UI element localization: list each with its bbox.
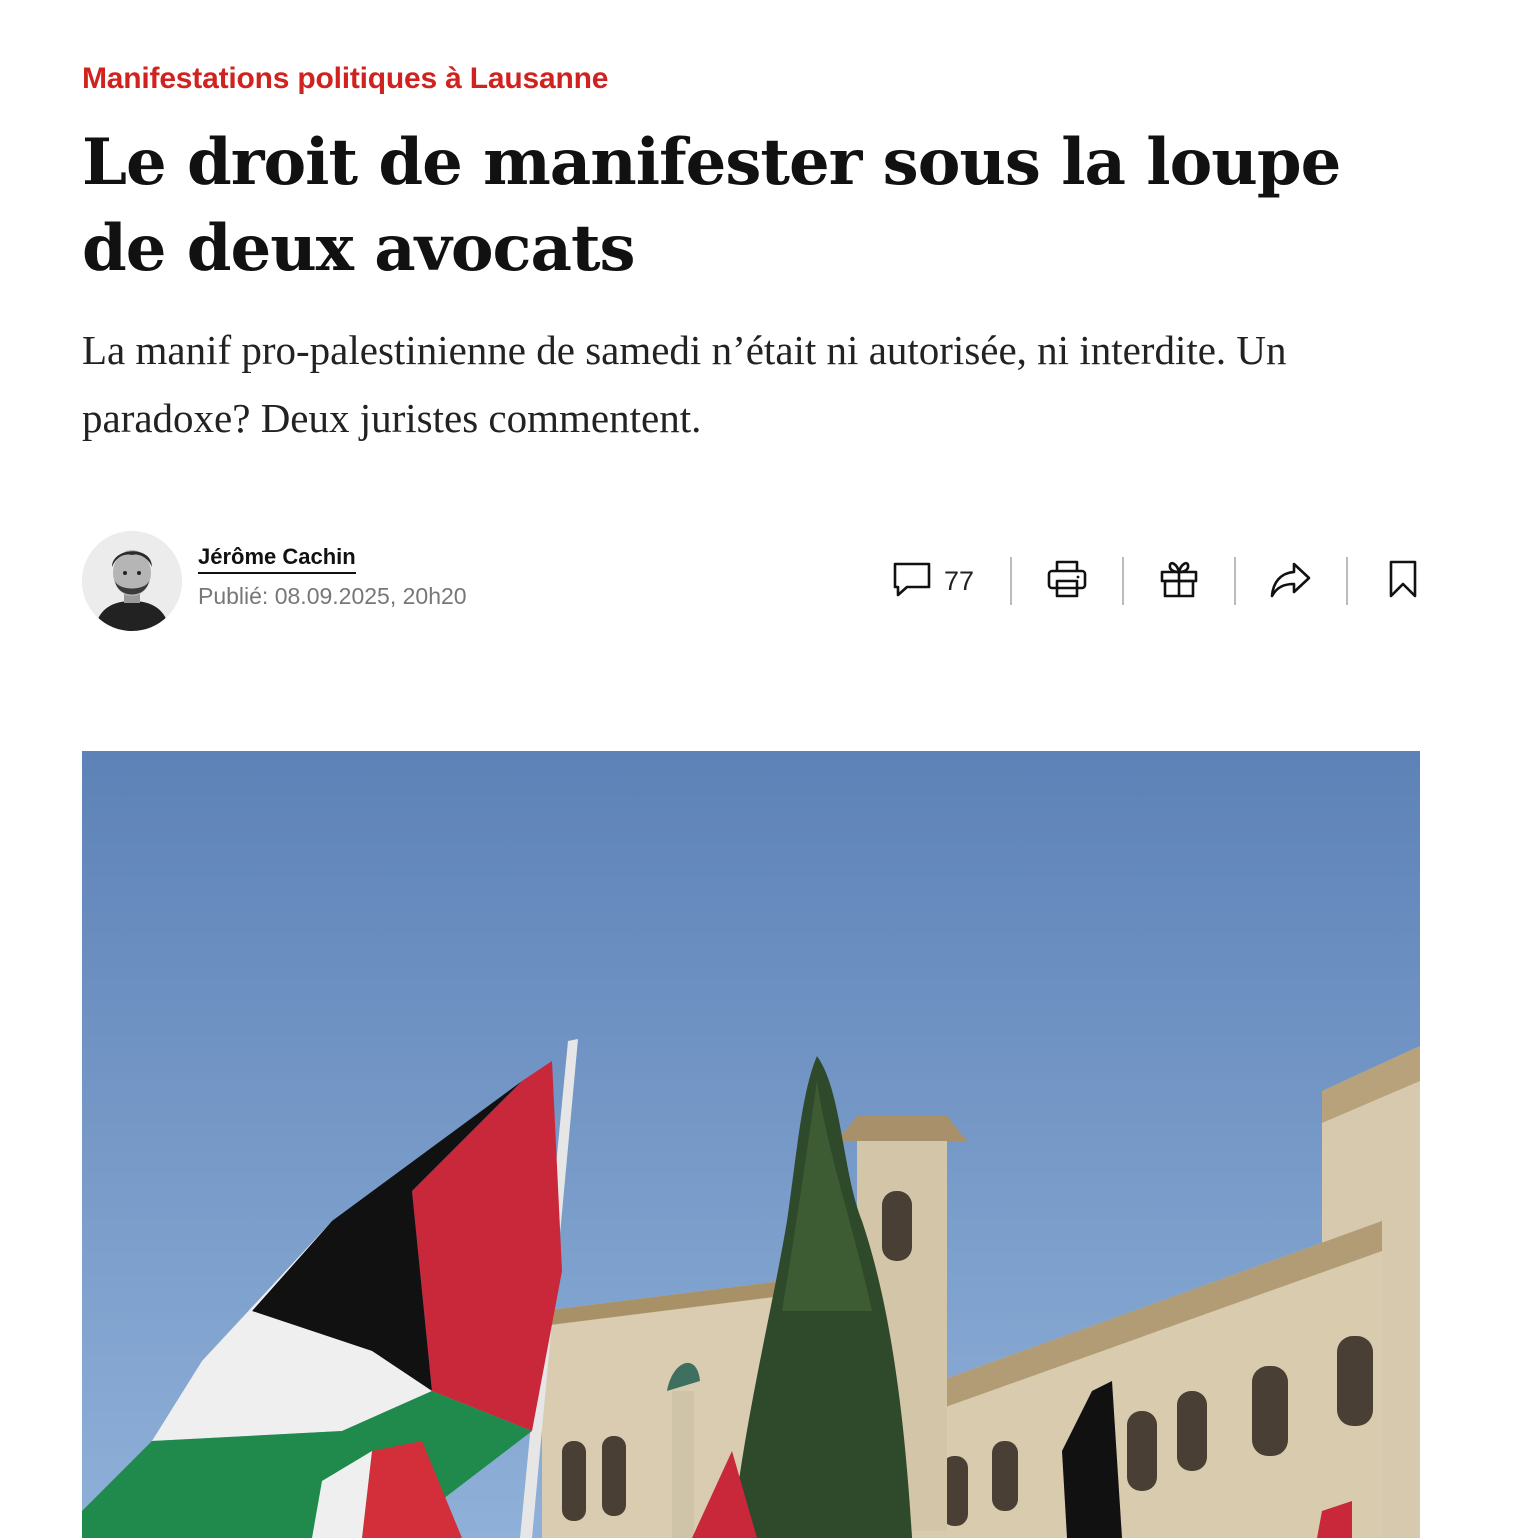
article-hero-image[interactable] (82, 751, 1420, 1538)
author-name-link[interactable]: Jérôme Cachin (198, 544, 356, 574)
print-icon (1046, 559, 1088, 604)
author-avatar[interactable] (82, 531, 182, 631)
publish-date: Publié: 08.09.2025, 20h20 (198, 583, 467, 609)
share-button[interactable] (1236, 553, 1346, 609)
article-lead: La manif pro-palestinienne de samedi n’é… (82, 327, 1287, 441)
bookmark-icon (1386, 559, 1420, 604)
comments-button[interactable]: 77 (880, 553, 1010, 609)
bookmark-button[interactable] (1348, 553, 1458, 609)
gift-button[interactable] (1124, 553, 1234, 609)
gift-icon (1158, 559, 1200, 604)
comment-icon (892, 559, 932, 604)
share-icon (1269, 559, 1313, 604)
article-toolbar: 77 (880, 553, 1458, 609)
print-button[interactable] (1012, 553, 1122, 609)
article-kicker[interactable]: Manifestations politiques à Lausanne (82, 62, 608, 96)
comment-count: 77 (944, 565, 975, 596)
article-headline: Le droit de manifester sous la loupe de … (82, 125, 1341, 286)
